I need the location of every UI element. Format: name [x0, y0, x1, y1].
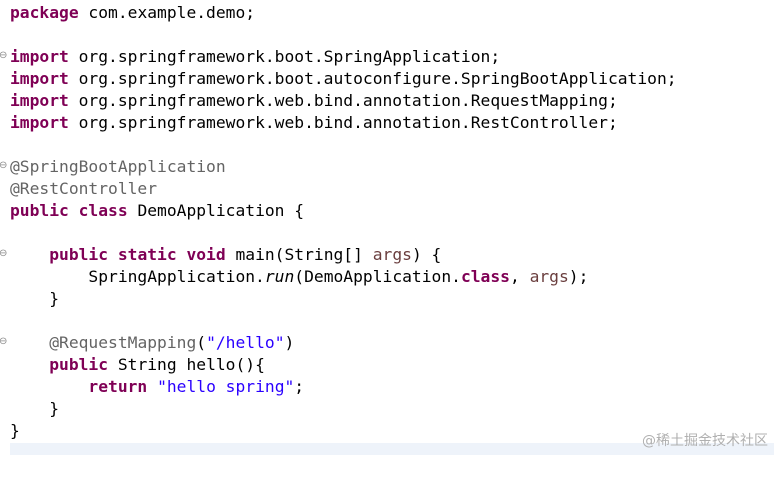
annotation-token: @RestController	[10, 179, 158, 198]
annotation-token: @RequestMapping	[49, 333, 197, 352]
code-text: }	[10, 289, 60, 308]
code-text: ;	[294, 377, 305, 396]
code-line-17: public String hello(){	[0, 354, 774, 376]
code-text: (	[196, 333, 207, 352]
code-line-16: ⊖ @RequestMapping("/hello")	[0, 332, 774, 354]
code-line-8: ⊖ @SpringBootApplication	[0, 156, 774, 178]
keyword-token: public class	[10, 201, 128, 220]
code-line-6: import org.springframework.web.bind.anno…	[0, 112, 774, 134]
watermark: @稀土掘金技术社区	[642, 433, 768, 449]
keyword-token: return	[88, 377, 148, 396]
code-line-10: public class DemoApplication {	[0, 200, 774, 222]
code-line-13: SpringApplication.run(DemoApplication.cl…	[0, 266, 774, 288]
code-text: }	[10, 421, 20, 440]
code-text: ) {	[411, 245, 442, 264]
keyword-token: import	[10, 91, 69, 110]
static-method-token: run	[264, 267, 295, 286]
code-line-19: }	[0, 398, 774, 420]
string-token: "/hello"	[206, 333, 285, 352]
code-text: org.springframework.boot.SpringApplicati…	[68, 47, 501, 66]
code-line-3: ⊖ import org.springframework.boot.Spring…	[0, 46, 774, 68]
code-line-18: return "hello spring";	[0, 376, 774, 398]
code-text: org.springframework.web.bind.annotation.…	[68, 91, 618, 110]
code-text: ,	[509, 267, 530, 286]
fold-collapse-icon[interactable]: ⊖	[0, 249, 7, 259]
annotation-token: @SpringBootApplication	[10, 157, 226, 176]
keyword-token: package	[10, 3, 79, 22]
fold-collapse-icon[interactable]: ⊖	[0, 161, 7, 171]
code-text: String hello(){	[108, 355, 265, 374]
keyword-token: public static void	[49, 245, 226, 264]
code-text: DemoApplication {	[127, 201, 305, 220]
code-text: org.springframework.boot.autoconfigure.S…	[68, 69, 677, 88]
parameter-token: args	[529, 267, 569, 286]
keyword-token: import	[10, 113, 69, 132]
code-line-12: ⊖ public static void main(String[] args)…	[0, 244, 774, 266]
code-text: main(String[]	[225, 245, 373, 264]
keyword-token: import	[10, 69, 69, 88]
code-line-5: import org.springframework.web.bind.anno…	[0, 90, 774, 112]
keyword-token: class	[460, 267, 510, 286]
fold-collapse-icon[interactable]: ⊖	[0, 51, 7, 61]
code-text: SpringApplication.	[88, 267, 265, 286]
code-text: }	[10, 399, 60, 418]
code-text: )	[284, 333, 295, 352]
keyword-token: public	[49, 355, 109, 374]
code-text: org.springframework.web.bind.annotation.…	[68, 113, 618, 132]
code-editor[interactable]: package com.example.demo; ⊖ import org.s…	[0, 0, 774, 455]
code-line-14: }	[0, 288, 774, 310]
string-token: "hello spring"	[157, 377, 295, 396]
code-line-9: @RestController	[0, 178, 774, 200]
parameter-token: args	[372, 245, 412, 264]
code-line-4: import org.springframework.boot.autoconf…	[0, 68, 774, 90]
code-text: com.example.demo;	[78, 3, 256, 22]
fold-collapse-icon[interactable]: ⊖	[0, 337, 7, 347]
code-line-1: package com.example.demo;	[0, 2, 774, 24]
code-text: (DemoApplication.	[294, 267, 461, 286]
code-text: );	[568, 267, 589, 286]
keyword-token: import	[10, 47, 69, 66]
